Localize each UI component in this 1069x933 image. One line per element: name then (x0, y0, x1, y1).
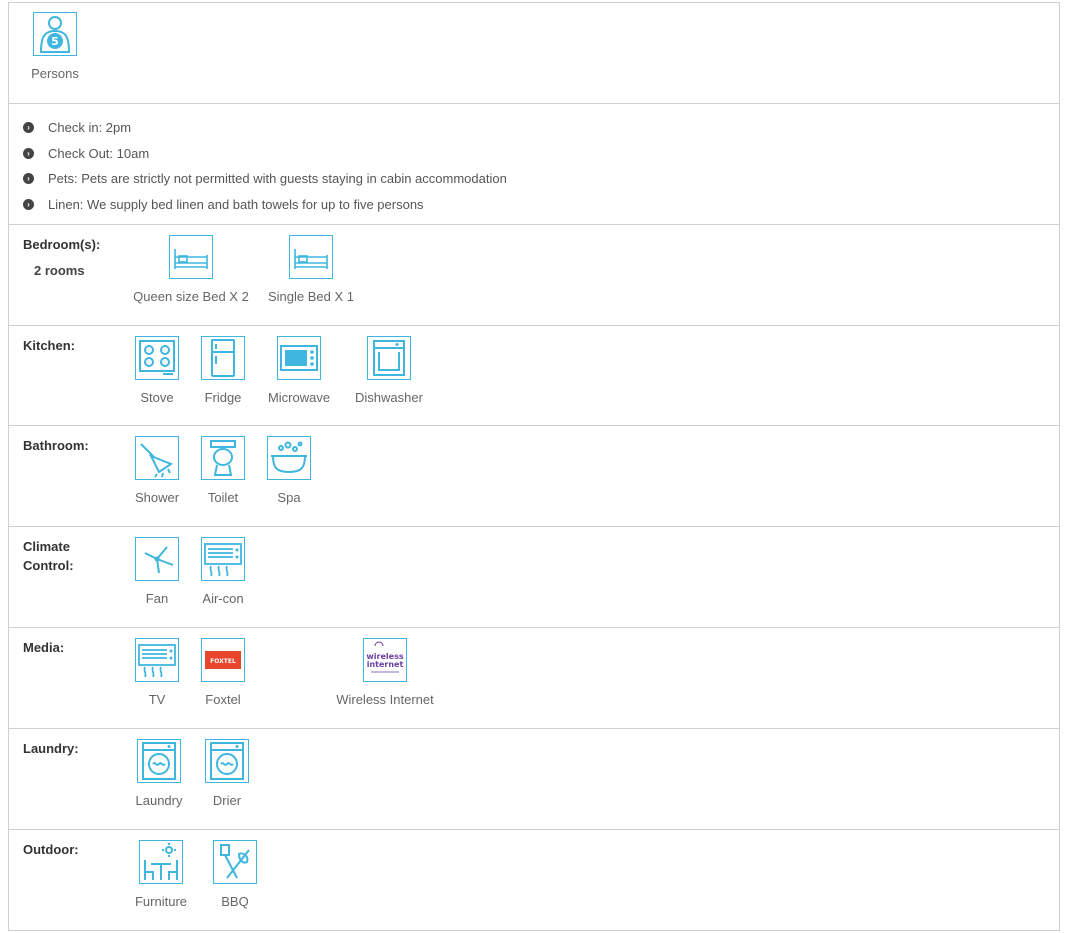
outdoor-furniture-icon (139, 840, 183, 884)
chevron-right-icon: › (23, 122, 34, 134)
amenities-panel: 5 Persons › Check in: 2pm › Check Out: 10a… (8, 2, 1060, 931)
wireless-internet-item: wireless internet Wireless Internet (325, 638, 445, 707)
outdoor-section: Outdoor: Furniture BBQ (9, 830, 1059, 932)
persons-item: 5 Persons (25, 12, 85, 81)
laundry-section: Laundry: Laundry Drier (9, 729, 1059, 830)
info-list: › Check in: 2pm › Check Out: 10am › Pets: P… (23, 115, 507, 217)
section-title: Kitchen: (23, 338, 75, 353)
list-item: › Check Out: 10am (23, 141, 507, 167)
microwave-item: Microwave (259, 336, 339, 405)
spa-item: Spa (259, 436, 319, 505)
chevron-right-icon: › (23, 147, 34, 159)
person-icon: 5 (33, 12, 77, 56)
aircon-item: Air-con (193, 537, 253, 606)
bed-icon (289, 235, 333, 279)
laundry-item: Laundry (129, 739, 189, 808)
foxtel-item: FOXTEL Foxtel (193, 638, 253, 707)
bbq-tools-icon (213, 840, 257, 884)
fridge-item: Fridge (193, 336, 253, 405)
bed-icon (169, 235, 213, 279)
rooms-count: 2 rooms (34, 263, 85, 278)
wireless-internet-icon: wireless internet (363, 638, 407, 682)
single-bed-item: Single Bed X 1 (267, 235, 355, 304)
persons-section: 5 Persons (9, 3, 1059, 104)
stove-icon (135, 336, 179, 380)
microwave-icon (277, 336, 321, 380)
chevron-right-icon: › (23, 173, 34, 185)
section-title: Bedroom(s): (23, 237, 101, 252)
foxtel-logo-icon: FOXTEL (201, 638, 245, 682)
toilet-icon (201, 436, 245, 480)
bedrooms-section: Bedroom(s): 2 rooms Queen size Bed X 2 S… (9, 225, 1059, 326)
toilet-item: Toilet (193, 436, 253, 505)
spa-icon (267, 436, 311, 480)
dishwasher-icon (367, 336, 411, 380)
stove-item: Stove (127, 336, 187, 405)
bathroom-section: Bathroom: Shower Toilet Spa (9, 426, 1059, 527)
info-section: › Check in: 2pm › Check Out: 10am › Pets: P… (9, 104, 1059, 225)
aircon-icon (201, 537, 245, 581)
shower-icon (135, 436, 179, 480)
fridge-icon (201, 336, 245, 380)
wifi-logo-line2: internet (367, 660, 404, 669)
section-title: Climate Control: (23, 539, 74, 573)
dishwasher-item: Dishwasher (347, 336, 431, 405)
section-title: Bathroom: (23, 438, 89, 453)
drier-item: Drier (197, 739, 257, 808)
queen-bed-item: Queen size Bed X 2 (131, 235, 251, 304)
media-section: Media: TV FOXTEL Foxtel wireless interne… (9, 628, 1059, 729)
fan-item: Fan (127, 537, 187, 606)
list-item: › Linen: We supply bed linen and bath tow… (23, 192, 507, 218)
persons-label: Persons (31, 66, 79, 81)
washing-machine-icon (137, 739, 181, 783)
list-item: › Pets: Pets are strictly not permitted w… (23, 166, 507, 192)
list-item: › Check in: 2pm (23, 115, 507, 141)
section-title: Outdoor: (23, 842, 79, 857)
foxtel-logo-text: FOXTEL (210, 658, 236, 665)
tv-item: TV (127, 638, 187, 707)
furniture-item: Furniture (131, 840, 191, 909)
section-title: Laundry: (23, 741, 79, 756)
dryer-icon (205, 739, 249, 783)
chevron-right-icon: › (23, 198, 34, 210)
section-title: Media: (23, 640, 65, 655)
fan-icon (135, 537, 179, 581)
climate-section: Climate Control: Fan Air-con (9, 527, 1059, 628)
tv-icon (135, 638, 179, 682)
shower-item: Shower (127, 436, 187, 505)
persons-count: 5 (51, 35, 59, 48)
bbq-item: BBQ (205, 840, 265, 909)
kitchen-section: Kitchen: Stove Fridge Microwave Dishwash… (9, 326, 1059, 426)
